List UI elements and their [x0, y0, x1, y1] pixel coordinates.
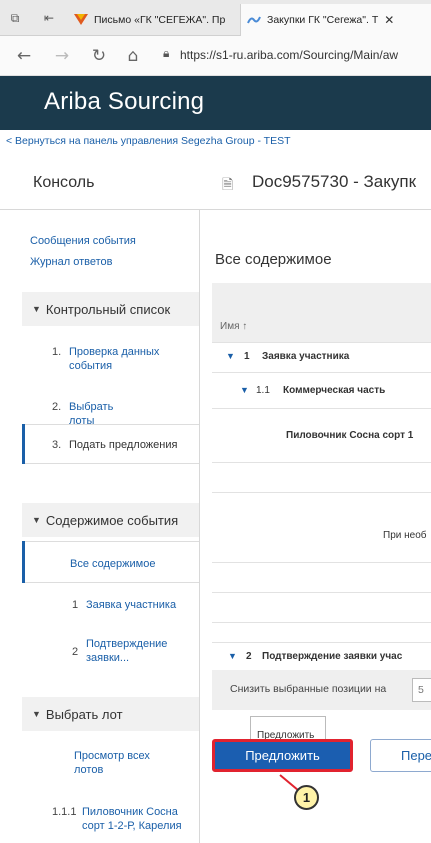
- app-title: Ariba Sourcing: [44, 88, 205, 115]
- tab-close-icon[interactable]: ✕: [384, 13, 394, 27]
- collapse-triangle-icon: ▼: [32, 709, 41, 719]
- row-divider: [212, 342, 431, 343]
- step-number: 1.: [52, 346, 62, 358]
- grid-header: [212, 283, 431, 342]
- section-title: Контрольный список: [45, 301, 171, 317]
- select-lot-header[interactable]: ▼ Выбрать лот: [22, 697, 199, 731]
- secondary-button[interactable]: Пере: [370, 739, 431, 772]
- refresh-icon[interactable]: ↻: [89, 46, 109, 66]
- row-label: Коммерческая часть: [283, 385, 386, 396]
- step-label: Подать предложения: [69, 439, 178, 451]
- content-label[interactable]: Все содержимое: [70, 557, 155, 571]
- lock-icon: 🔒︎: [163, 46, 170, 60]
- tab-actions-icon[interactable]: ⧉: [8, 11, 22, 25]
- row-label: Заявка участника: [262, 351, 350, 362]
- response-history-link[interactable]: Журнал ответов: [30, 256, 112, 268]
- content-label[interactable]: Подтверждение заявки...: [86, 637, 186, 665]
- step-number: 2.: [52, 401, 62, 413]
- row-number: 1: [244, 351, 250, 362]
- row-divider: [212, 408, 431, 409]
- row-divider: [212, 492, 431, 493]
- lot-label[interactable]: Просмотр всех лотов: [74, 749, 169, 777]
- forward-arrow-icon[interactable]: →: [52, 46, 72, 66]
- callout-marker: 1: [294, 785, 319, 810]
- tab-mail[interactable]: Письмо «ГК "СЕГЕЖА". Пр: [68, 4, 238, 36]
- row-divider: [212, 622, 431, 623]
- back-arrow-icon[interactable]: ←: [14, 46, 34, 66]
- mail-favicon-icon: [74, 14, 88, 25]
- tab-label: Закупки ГК "Сегежа". Т: [267, 14, 379, 26]
- content-number: 1: [72, 599, 79, 611]
- row-label: При необ: [383, 530, 427, 541]
- browser-nav-bar: ← → ↻ ⌂ 🔒︎ https://s1-ru.ariba.com/Sourc…: [0, 36, 431, 76]
- ariba-favicon-icon: [247, 16, 261, 24]
- step-label[interactable]: Проверка данных события: [69, 345, 194, 373]
- row-number: 1.1: [256, 385, 270, 396]
- event-messages-link[interactable]: Сообщения события: [30, 235, 136, 247]
- event-contents-header[interactable]: ▼ Содержимое события: [22, 503, 199, 537]
- row-number: 2: [246, 651, 252, 662]
- checklist-header[interactable]: ▼ Контрольный список: [22, 292, 199, 326]
- submit-bid-button[interactable]: Предложить: [212, 739, 353, 772]
- reduce-label: Снизить выбранные позиции на: [230, 683, 387, 695]
- row-divider: [212, 372, 431, 373]
- active-step-indicator: [22, 424, 25, 464]
- section-title: Выбрать лот: [45, 706, 123, 722]
- expand-triangle-icon[interactable]: ▼: [240, 385, 249, 395]
- page-title: Doc9575730 - Закупк: [252, 172, 417, 191]
- address-bar[interactable]: https://s1-ru.ariba.com/Sourcing/Main/aw: [180, 48, 398, 62]
- step-number: 3.: [52, 439, 62, 451]
- row-divider: [212, 592, 431, 593]
- content-number: 2: [72, 646, 79, 658]
- content-heading: Все содержимое: [215, 251, 332, 268]
- lot-number: 1.1.1: [52, 806, 77, 818]
- set-tabs-aside-icon[interactable]: ⇤: [42, 11, 56, 25]
- tab-ariba[interactable]: Закупки ГК "Сегежа". Т ✕: [240, 4, 431, 36]
- collapse-triangle-icon: ▼: [32, 515, 41, 525]
- active-content-indicator: [22, 541, 25, 583]
- row-divider: [212, 562, 431, 563]
- row-divider: [212, 462, 431, 463]
- row-label: Пиловочник Сосна сорт 1: [286, 430, 414, 441]
- row-divider: [212, 642, 431, 643]
- back-to-dashboard-link[interactable]: < Вернуться на панель управления Segezha…: [6, 135, 291, 147]
- console-title: Консоль: [33, 174, 95, 191]
- expand-triangle-icon[interactable]: ▼: [228, 651, 237, 661]
- tab-label: Письмо «ГК "СЕГЕЖА". Пр: [94, 14, 226, 26]
- app-header: Ariba Sourcing: [0, 76, 431, 130]
- collapse-triangle-icon: ▼: [32, 304, 41, 314]
- row-label: Подтверждение заявки учас: [262, 651, 403, 662]
- reduce-input[interactable]: 5: [412, 678, 431, 702]
- section-title: Содержимое события: [45, 512, 179, 528]
- home-icon[interactable]: ⌂: [123, 46, 143, 66]
- content-label[interactable]: Заявка участника: [86, 598, 176, 612]
- expand-triangle-icon[interactable]: ▼: [226, 351, 235, 361]
- lot-label[interactable]: Пиловочник Сосна сорт 1-2-Р, Карелия: [82, 805, 182, 833]
- column-header-name[interactable]: Имя ↑: [220, 321, 247, 332]
- browser-tab-bar: ⧉ ⇤ Письмо «ГК "СЕГЕЖА". Пр Закупки ГК "…: [0, 0, 431, 36]
- document-icon: 🗎︎: [222, 176, 234, 192]
